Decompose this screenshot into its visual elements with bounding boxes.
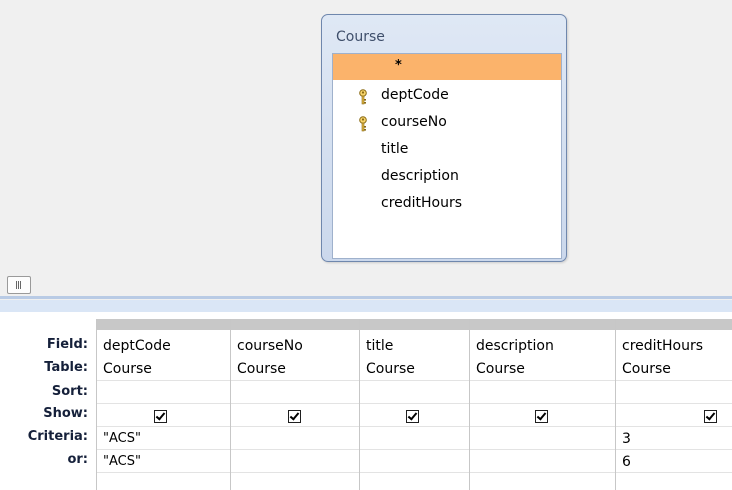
field-row-courseno[interactable]: courseNo bbox=[333, 111, 561, 137]
field-cell[interactable]: deptCode bbox=[103, 338, 171, 354]
show-checkbox[interactable] bbox=[406, 410, 419, 423]
table-title: Course bbox=[336, 29, 385, 45]
column-selector[interactable] bbox=[360, 319, 469, 330]
row-label-show: Show: bbox=[43, 406, 88, 421]
grid-column-description[interactable]: description Course bbox=[469, 319, 615, 490]
grid-column-courseno[interactable]: courseNo Course bbox=[230, 319, 359, 490]
table-cell[interactable]: Course bbox=[103, 361, 152, 377]
column-selector[interactable] bbox=[616, 319, 732, 330]
field-name: courseNo bbox=[381, 114, 447, 130]
table-cell[interactable]: Course bbox=[366, 361, 415, 377]
criteria-cell[interactable]: "ACS" bbox=[103, 431, 141, 446]
field-name: description bbox=[381, 168, 459, 184]
pane-splitter[interactable] bbox=[0, 296, 732, 299]
grid-column-deptcode[interactable]: deptCode Course "ACS" "ACS" bbox=[96, 319, 230, 490]
query-design-pane: Course * deptCode courseNo title descrip… bbox=[0, 0, 732, 270]
field-list[interactable]: * deptCode courseNo title description cr… bbox=[332, 53, 562, 259]
table-cell[interactable]: Course bbox=[622, 361, 671, 377]
grip-line bbox=[20, 281, 21, 289]
field-name: deptCode bbox=[381, 87, 449, 103]
grid-header-band bbox=[0, 300, 732, 312]
table-cell[interactable]: Course bbox=[237, 361, 286, 377]
field-cell[interactable]: creditHours bbox=[622, 338, 703, 354]
scrollbar-grip[interactable] bbox=[7, 276, 31, 294]
criteria-cell[interactable]: 3 bbox=[622, 431, 631, 447]
row-label-or: or: bbox=[67, 452, 88, 467]
field-cell[interactable]: title bbox=[366, 338, 393, 354]
column-selector[interactable] bbox=[470, 319, 615, 330]
field-row-title[interactable]: title bbox=[333, 138, 561, 164]
field-name: creditHours bbox=[381, 195, 463, 211]
show-checkbox[interactable] bbox=[535, 410, 548, 423]
course-table-box[interactable]: Course * deptCode courseNo title descrip… bbox=[321, 14, 567, 262]
grip-line bbox=[16, 281, 17, 289]
or-cell[interactable]: 6 bbox=[622, 454, 631, 470]
grid-column-credithours[interactable]: creditHours Course 3 6 bbox=[615, 319, 732, 490]
column-selector[interactable] bbox=[97, 319, 230, 330]
field-row-description[interactable]: description bbox=[333, 165, 561, 191]
field-row-deptcode[interactable]: deptCode bbox=[333, 84, 561, 110]
row-label-criteria: Criteria: bbox=[27, 429, 88, 444]
primary-key-icon bbox=[359, 89, 367, 105]
field-name: title bbox=[381, 141, 409, 157]
field-row-credithours[interactable]: creditHours bbox=[333, 192, 561, 218]
field-name: * bbox=[395, 58, 402, 73]
show-checkbox[interactable] bbox=[288, 410, 301, 423]
row-label-field: Field: bbox=[46, 337, 88, 352]
query-design-grid: Field: Table: Sort: Show: Criteria: or: … bbox=[0, 300, 732, 490]
row-label-table: Table: bbox=[44, 360, 88, 375]
column-selector[interactable] bbox=[231, 319, 359, 330]
show-checkbox[interactable] bbox=[154, 410, 167, 423]
field-row-all[interactable]: * bbox=[333, 54, 561, 80]
field-cell[interactable]: courseNo bbox=[237, 338, 303, 354]
grip-line bbox=[18, 281, 19, 289]
table-cell[interactable]: Course bbox=[476, 361, 525, 377]
row-label-sort: Sort: bbox=[51, 384, 88, 399]
field-cell[interactable]: description bbox=[476, 338, 554, 354]
grid-column-title[interactable]: title Course bbox=[359, 319, 469, 490]
primary-key-icon bbox=[359, 116, 367, 132]
show-checkbox[interactable] bbox=[704, 410, 717, 423]
or-cell[interactable]: "ACS" bbox=[103, 454, 141, 469]
